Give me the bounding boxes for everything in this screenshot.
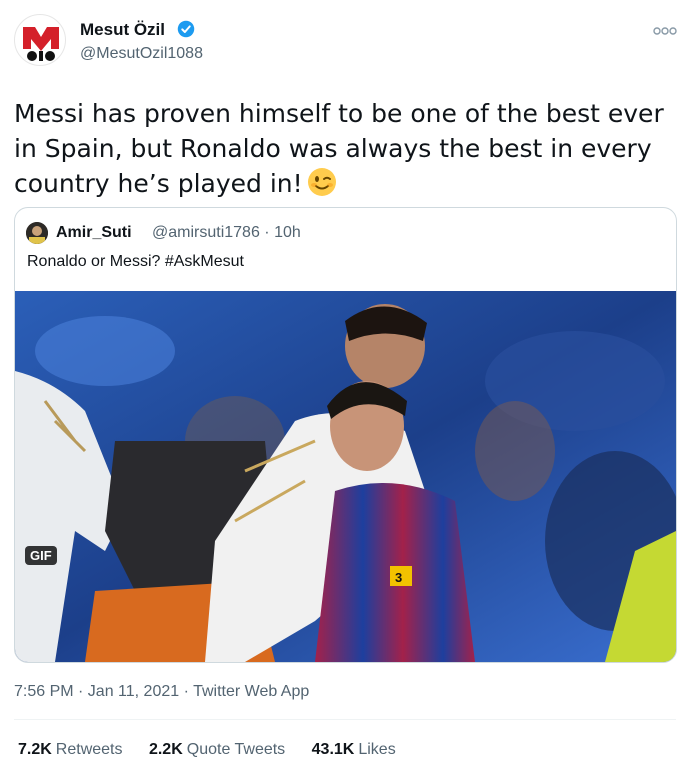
more-options-icon[interactable] (652, 24, 678, 38)
likes-stat[interactable]: 43.1K Likes (312, 741, 396, 759)
likes-count: 43.1K (311, 741, 355, 758)
likes-label: Likes (358, 741, 396, 758)
retweets-label: Retweets (55, 741, 123, 758)
divider (14, 719, 676, 720)
tweet-timestamp[interactable]: 7:56 PM · Jan 11, 2021 · Twitter Web App (14, 683, 309, 701)
quote-tweets-stat[interactable]: 2.2K Quote Tweets (149, 741, 285, 759)
quoted-text: Ronaldo or Messi? #AskMesut (27, 253, 244, 270)
tweet-text-content: Messi has proven himself to be one of th… (14, 99, 664, 198)
gif-badge: GIF (25, 546, 57, 565)
quote-tweets-count: 2.2K (148, 741, 183, 758)
quote-tweets-label: Quote Tweets (186, 741, 286, 758)
m10-logo-icon (23, 27, 59, 61)
quoted-avatar-photo-icon (26, 222, 48, 244)
author-name[interactable]: Mesut Özil (80, 20, 165, 40)
gif-media[interactable]: 3 (15, 291, 676, 662)
tweet-card: Mesut Özil @MesutOzil1088 Messi has prov… (0, 0, 690, 776)
winking-face-emoji-icon (307, 168, 336, 196)
retweets-stat[interactable]: 7.2K Retweets (18, 741, 123, 759)
retweets-count: 7.2K (18, 741, 52, 758)
author-handle[interactable]: @MesutOzil1088 (80, 45, 203, 63)
quoted-author-name[interactable]: Amir_Suti (56, 224, 132, 242)
svg-text:3: 3 (395, 570, 402, 585)
verified-badge-icon (177, 20, 195, 38)
tweet-text: Messi has proven himself to be one of th… (14, 96, 684, 201)
tweet-stats: 7.2K Retweets 2.2K Quote Tweets 43.1K Likes (18, 741, 418, 759)
quoted-author-avatar[interactable] (26, 222, 48, 244)
quoted-handle-time[interactable]: @amirsuti1786 · 10h (152, 224, 301, 242)
author-avatar[interactable] (14, 14, 66, 66)
quoted-tweet[interactable]: Amir_Suti @amirsuti1786 · 10h Ronaldo or… (14, 207, 677, 663)
